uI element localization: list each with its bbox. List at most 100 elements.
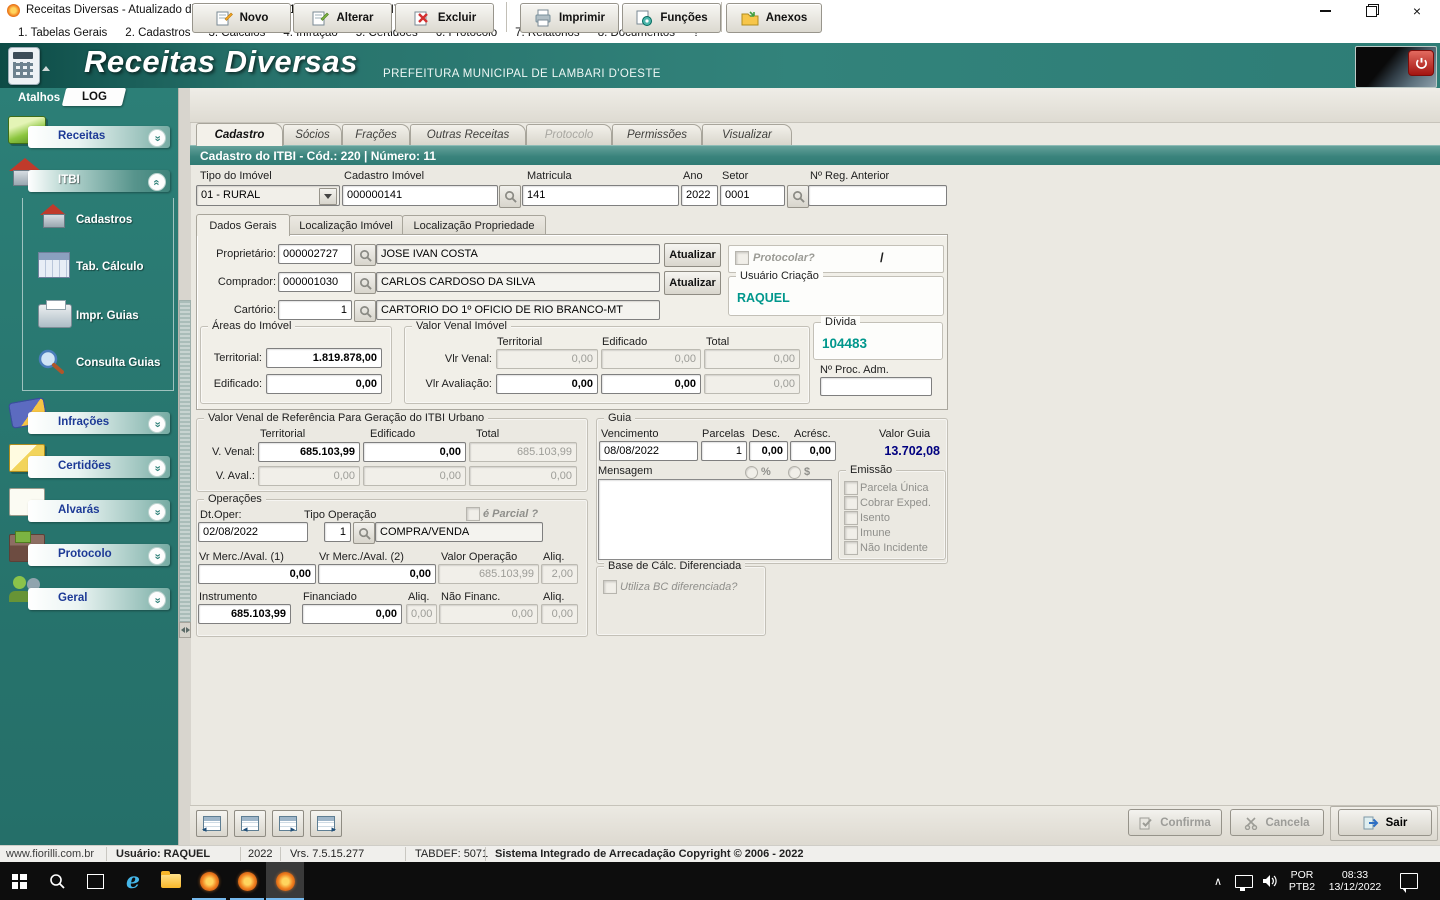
- file-explorer-button[interactable]: [152, 862, 190, 900]
- area-edificado-input[interactable]: 0,00: [266, 374, 382, 394]
- setor-search-icon[interactable]: [787, 185, 809, 208]
- sidebar-item-receitas[interactable]: Receitas »: [28, 126, 170, 148]
- proprietario-atualizar-button[interactable]: Atualizar: [664, 243, 721, 267]
- taskbar-search-button[interactable]: [38, 862, 76, 900]
- cadastro-imovel-input[interactable]: 000000141: [342, 185, 498, 206]
- start-button[interactable]: [0, 862, 38, 900]
- comprador-atualizar-button[interactable]: Atualizar: [664, 271, 721, 295]
- vr-merc-2-input[interactable]: 0,00: [318, 564, 436, 584]
- nav-previous-button[interactable]: ◂: [234, 810, 266, 837]
- v-venal-territorial[interactable]: 685.103,99: [258, 442, 360, 462]
- e-parcial-checkbox[interactable]: [466, 507, 480, 521]
- close-button[interactable]: ×: [1394, 0, 1440, 22]
- chevron-down-icon[interactable]: »: [148, 503, 166, 521]
- parcelas-input[interactable]: 1: [701, 441, 747, 461]
- anexos-button[interactable]: Anexos: [726, 3, 822, 33]
- desconto-currency-radio[interactable]: [788, 466, 801, 479]
- splitter-handle[interactable]: [179, 300, 191, 622]
- utiliza-bc-checkbox[interactable]: [603, 580, 617, 594]
- tab-permissoes[interactable]: Permissões: [612, 124, 702, 145]
- vencimento-input[interactable]: 08/08/2022: [599, 441, 698, 461]
- tipo-operacao-search-icon[interactable]: [353, 522, 375, 544]
- nav-next-button[interactable]: ▸: [272, 810, 304, 837]
- vlr-avaliacao-edificado[interactable]: 0,00: [601, 374, 701, 394]
- vr-merc-1-input[interactable]: 0,00: [198, 564, 316, 584]
- desc-input[interactable]: 0,00: [749, 441, 788, 461]
- sidebar-item-cadastros[interactable]: Cadastros: [76, 214, 132, 226]
- comprador-code-input[interactable]: 000001030: [278, 272, 352, 292]
- app-window-button-active[interactable]: [266, 862, 304, 900]
- proprietario-code-input[interactable]: 000002727: [278, 244, 352, 264]
- clock[interactable]: 08:33 13/12/2022: [1322, 862, 1388, 900]
- tab-protocolo[interactable]: Protocolo: [526, 124, 612, 145]
- sidebar-item-geral[interactable]: Geral »: [28, 588, 170, 610]
- imprimir-button[interactable]: Imprimir: [520, 3, 619, 33]
- sidebar-item-consulta-guias[interactable]: Consulta Guias: [76, 357, 160, 369]
- funcoes-button[interactable]: Funções: [622, 3, 721, 33]
- reg-anterior-input[interactable]: [808, 185, 947, 206]
- minimize-button[interactable]: [1302, 0, 1348, 22]
- sidebar-item-protocolo[interactable]: Protocolo »: [28, 544, 170, 566]
- log-tab[interactable]: LOG: [61, 88, 127, 106]
- vlr-avaliacao-territorial[interactable]: 0,00: [496, 374, 598, 394]
- nav-first-button[interactable]: ◂: [196, 810, 228, 837]
- financiado-input[interactable]: 0,00: [302, 604, 402, 624]
- chevron-down-icon[interactable]: »: [148, 459, 166, 477]
- sidebar-item-alvaras[interactable]: Alvarás »: [28, 500, 170, 522]
- area-territorial-input[interactable]: 1.819.878,00: [266, 348, 382, 368]
- tipo-operacao-code-input[interactable]: 1: [324, 522, 351, 542]
- menu-tabelas-gerais[interactable]: 1. Tabelas Gerais: [18, 27, 107, 39]
- combo-arrow-icon[interactable]: [319, 188, 337, 205]
- sidebar-item-itbi[interactable]: ITBI »: [28, 170, 170, 192]
- sidebar-item-certidoes[interactable]: Certidões »: [28, 456, 170, 478]
- confirma-button[interactable]: Confirma: [1128, 809, 1222, 836]
- cobrar-exped-checkbox[interactable]: [844, 496, 858, 510]
- tab-visualizar[interactable]: Visualizar: [702, 124, 792, 145]
- splitter-arrows[interactable]: [179, 622, 191, 638]
- nao-incidente-checkbox[interactable]: [844, 541, 858, 555]
- network-icon[interactable]: [1232, 862, 1256, 900]
- sair-button[interactable]: Sair: [1338, 809, 1432, 836]
- sidebar-item-infracoes[interactable]: Infrações »: [28, 412, 170, 434]
- imune-checkbox[interactable]: [844, 526, 858, 540]
- proc-adm-input[interactable]: [820, 377, 932, 396]
- desconto-percent-radio[interactable]: [745, 466, 758, 479]
- task-view-button[interactable]: [76, 862, 114, 900]
- nav-last-button[interactable]: ▸: [310, 810, 342, 837]
- tab-localizacao-imovel[interactable]: Localização Imóvel: [289, 215, 403, 235]
- setor-input[interactable]: 0001: [720, 185, 785, 206]
- cancela-button[interactable]: Cancela: [1230, 809, 1324, 836]
- tab-outras-receitas[interactable]: Outras Receitas: [410, 124, 526, 145]
- app-window-button-1[interactable]: [190, 862, 228, 900]
- cartorio-code-input[interactable]: 1: [278, 300, 352, 320]
- chevron-down-icon[interactable]: »: [148, 415, 166, 433]
- sidebar-item-impr-guias[interactable]: Impr. Guias: [76, 310, 139, 322]
- protocolar-checkbox[interactable]: [735, 251, 749, 265]
- cartorio-search-icon[interactable]: [354, 300, 376, 322]
- chevron-down-icon[interactable]: »: [148, 591, 166, 609]
- parcela-unica-checkbox[interactable]: [844, 481, 858, 495]
- tray-chevron-icon[interactable]: ∧: [1206, 862, 1230, 900]
- v-venal-edificado[interactable]: 0,00: [363, 442, 466, 462]
- chevron-up-icon[interactable]: »: [148, 173, 166, 191]
- proprietario-search-icon[interactable]: [354, 244, 376, 266]
- tab-localizacao-propriedade[interactable]: Localização Propriedade: [402, 215, 546, 235]
- power-exit-button[interactable]: [1408, 50, 1434, 76]
- ano-input[interactable]: 2022: [681, 185, 718, 206]
- cadastro-imovel-search-icon[interactable]: [499, 185, 521, 208]
- tab-socios[interactable]: Sócios: [283, 124, 342, 145]
- novo-button[interactable]: Novo: [192, 3, 291, 33]
- tab-fracoes[interactable]: Frações: [342, 124, 410, 145]
- language-indicator[interactable]: POR PTB2: [1284, 862, 1320, 900]
- instrumento-input[interactable]: 685.103,99: [198, 604, 291, 624]
- internet-explorer-button[interactable]: e: [114, 862, 152, 900]
- restore-button[interactable]: [1348, 0, 1394, 22]
- acresc-input[interactable]: 0,00: [790, 441, 836, 461]
- mensagem-textarea[interactable]: [598, 479, 832, 560]
- chevron-down-icon[interactable]: »: [148, 547, 166, 565]
- excluir-button[interactable]: Excluir: [395, 3, 494, 33]
- menu-cadastros[interactable]: 2. Cadastros: [125, 27, 190, 39]
- dt-oper-input[interactable]: 02/08/2022: [198, 522, 308, 542]
- action-center-button[interactable]: [1394, 862, 1424, 900]
- comprador-search-icon[interactable]: [354, 272, 376, 294]
